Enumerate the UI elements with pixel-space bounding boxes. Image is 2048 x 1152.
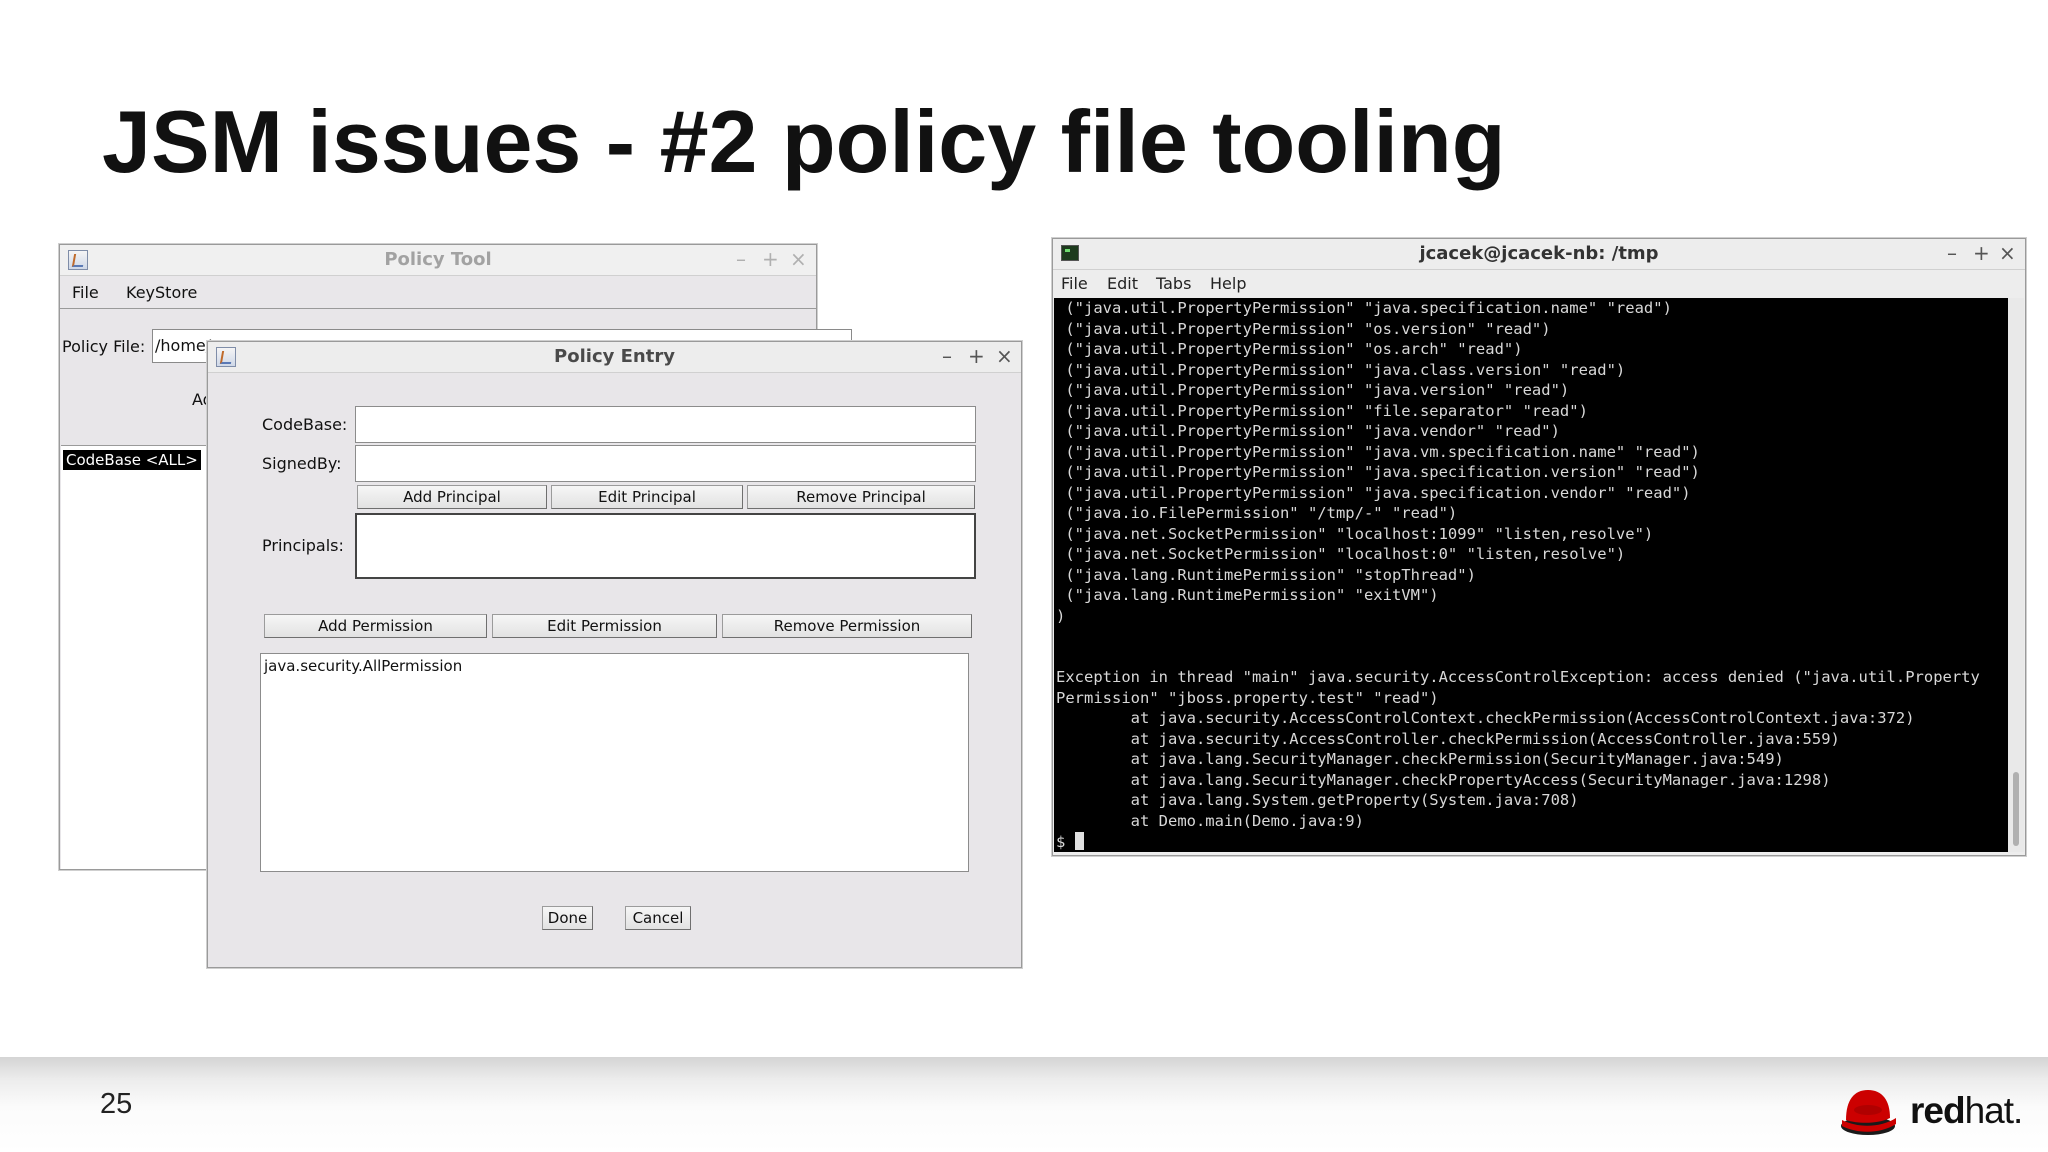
- policy-entry-title: Policy Entry: [554, 346, 675, 367]
- terminal-line: ("java.util.PropertyPermission" "java.ve…: [1056, 381, 1570, 399]
- done-button[interactable]: Done: [542, 906, 593, 930]
- terminal-line: ("java.net.SocketPermission" "localhost:…: [1056, 524, 1654, 543]
- terminal-line: ("java.util.PropertyPermission" "java.ve…: [1056, 422, 1560, 440]
- signedby-label: SignedBy:: [262, 454, 342, 473]
- terminal-line: ("java.io.FilePermission" "/tmp/-" "read…: [1056, 504, 1458, 522]
- terminal-line: ("java.lang.RuntimePermission" "stopThre…: [1056, 565, 1476, 584]
- codebase-label: CodeBase:: [262, 415, 348, 434]
- terminal-line: ("java.util.PropertyPermission" "os.arch…: [1056, 340, 1523, 358]
- minimize-icon[interactable]: –: [1947, 242, 1957, 264]
- terminal-line: ("java.util.PropertyPermission" "java.sp…: [1056, 483, 1691, 502]
- close-icon[interactable]: ×: [996, 345, 1013, 367]
- terminal-line: at java.security.AccessControlContext.ch…: [1056, 709, 1915, 727]
- terminal-output[interactable]: ("java.util.PropertyPermission" "java.sp…: [1054, 298, 2008, 852]
- policy-entry-titlebar[interactable]: Policy Entry – + ×: [208, 342, 1021, 373]
- terminal-menubar: File Edit Tabs Help: [1053, 270, 2025, 298]
- add-permission-button[interactable]: Add Permission: [264, 614, 487, 638]
- cancel-button[interactable]: Cancel: [625, 906, 691, 930]
- minimize-icon[interactable]: –: [736, 248, 746, 270]
- terminal-line: at java.lang.SecurityManager.checkPermis…: [1056, 750, 1784, 768]
- redhat-shadowman-icon: [1841, 1090, 1896, 1135]
- terminal-line: ("java.util.PropertyPermission" "java.cl…: [1056, 360, 1626, 379]
- terminal-prompt[interactable]: $: [1056, 832, 1084, 852]
- permissions-list[interactable]: java.security.AllPermission: [260, 653, 969, 872]
- terminal-line: Exception in thread "main" java.security…: [1056, 668, 1980, 686]
- terminal-line: at Demo.main(Demo.java:9): [1056, 811, 1364, 830]
- prompt-text: $: [1056, 833, 1075, 851]
- terminal-line: ("java.net.SocketPermission" "localhost:…: [1056, 545, 1626, 563]
- policy-tool-titlebar[interactable]: Policy Tool – + ×: [60, 245, 816, 276]
- terminal-line: at java.lang.SecurityManager.checkProper…: [1056, 770, 1831, 789]
- menu-file[interactable]: File: [1061, 274, 1088, 293]
- terminal-window: jcacek@jcacek-nb: /tmp – + × File Edit T…: [1052, 238, 2026, 856]
- add-principal-button[interactable]: Add Principal: [357, 485, 547, 509]
- scrollbar-thumb[interactable]: [2013, 772, 2019, 846]
- cursor: [1074, 832, 1084, 850]
- terminal-scrollbar[interactable]: [2008, 298, 2024, 852]
- menu-keystore[interactable]: KeyStore: [126, 283, 197, 302]
- remove-principal-button[interactable]: Remove Principal: [747, 485, 975, 509]
- terminal-line: ("java.util.PropertyPermission" "java.vm…: [1056, 442, 1700, 461]
- close-icon[interactable]: ×: [790, 248, 807, 270]
- menu-tabs[interactable]: Tabs: [1156, 274, 1191, 293]
- edit-permission-button[interactable]: Edit Permission: [492, 614, 717, 638]
- close-icon[interactable]: ×: [1999, 242, 2016, 264]
- page-number: 25: [100, 1088, 133, 1120]
- policy-entry-dialog: Policy Entry – + × CodeBase: SignedBy: A…: [207, 341, 1022, 968]
- signedby-input[interactable]: [355, 445, 976, 482]
- principals-list[interactable]: [355, 513, 976, 579]
- redhat-wordmark: redhat.: [1910, 1090, 2023, 1131]
- maximize-icon[interactable]: +: [968, 345, 985, 367]
- edit-principal-button[interactable]: Edit Principal: [551, 485, 743, 509]
- terminal-line: ("java.util.PropertyPermission" "file.se…: [1056, 401, 1588, 420]
- remove-permission-button[interactable]: Remove Permission: [722, 614, 972, 638]
- menu-edit[interactable]: Edit: [1107, 274, 1138, 293]
- codebase-input[interactable]: [355, 406, 976, 443]
- list-item[interactable]: CodeBase <ALL>: [63, 450, 201, 470]
- policy-file-label: Policy File:: [62, 337, 146, 356]
- terminal-line: ("java.util.PropertyPermission" "java.sp…: [1056, 299, 1672, 317]
- menu-file[interactable]: File: [72, 283, 99, 302]
- terminal-title: jcacek@jcacek-nb: /tmp: [1419, 243, 1659, 264]
- redhat-logo: redhat.: [1838, 1080, 2023, 1140]
- slide-title: JSM issues - #2 policy file tooling: [102, 92, 1506, 191]
- terminal-line: ): [1056, 606, 1066, 625]
- terminal-line: ("java.lang.RuntimePermission" "exitVM"): [1056, 586, 1439, 604]
- terminal-titlebar[interactable]: jcacek@jcacek-nb: /tmp – + ×: [1053, 239, 2025, 270]
- maximize-icon[interactable]: +: [1973, 242, 1990, 264]
- terminal-line: at java.lang.System.getProperty(System.j…: [1056, 791, 1579, 809]
- maximize-icon[interactable]: +: [762, 248, 779, 270]
- minimize-icon[interactable]: –: [942, 345, 952, 367]
- terminal-line: ("java.util.PropertyPermission" "java.sp…: [1056, 463, 1700, 481]
- terminal-line: at java.security.AccessController.checkP…: [1056, 729, 1840, 748]
- terminal-line: Permission" "jboss.property.test" "read"…: [1056, 688, 1439, 707]
- terminal-line: ("java.util.PropertyPermission" "os.vers…: [1056, 319, 1551, 338]
- policy-tool-title: Policy Tool: [384, 249, 492, 270]
- policy-tool-menubar: File KeyStore: [60, 276, 816, 309]
- list-item[interactable]: java.security.AllPermission: [264, 657, 462, 675]
- menu-help[interactable]: Help: [1210, 274, 1246, 293]
- principals-label: Principals:: [262, 536, 344, 555]
- slide-footer: [0, 1057, 2048, 1152]
